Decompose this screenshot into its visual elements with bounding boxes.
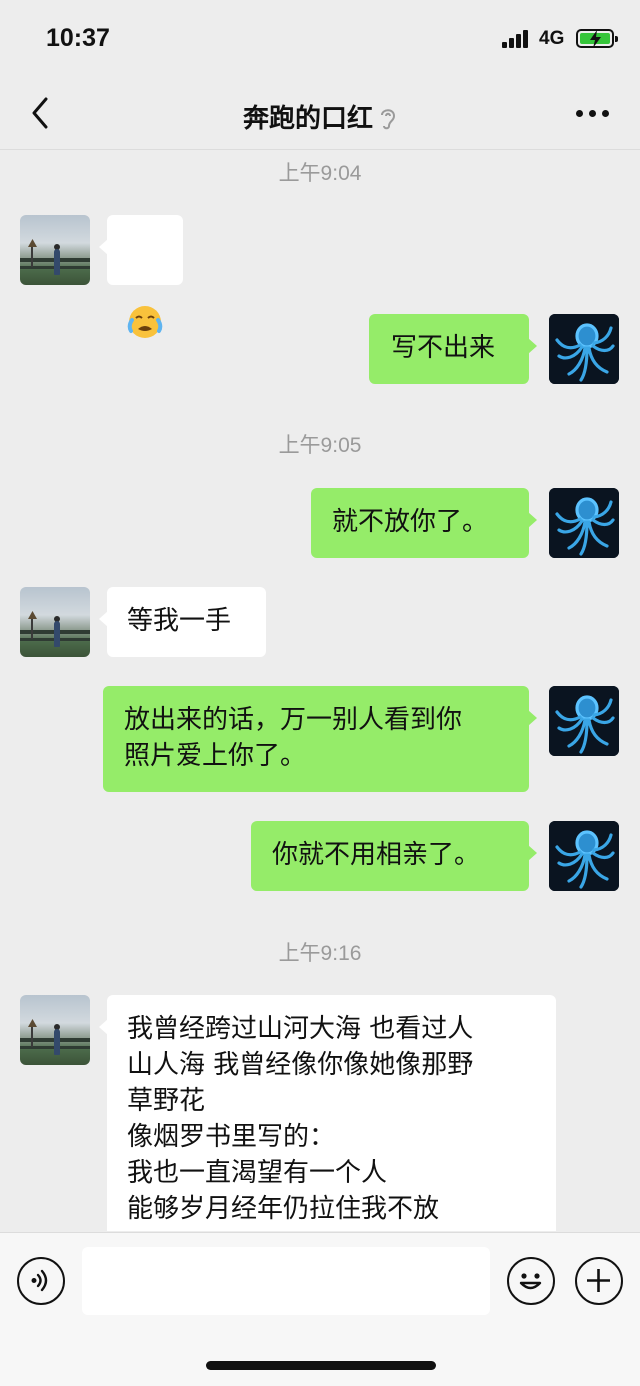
message-list: 上午9:04 写不出来 上午9:05 就不放你了。 等我一手 放出来的话，万一别… xyxy=(0,151,640,1231)
message-bubble-outgoing[interactable]: 你就不用相亲了。 xyxy=(251,821,537,891)
battery-icon xyxy=(576,29,618,48)
message-bubble-incoming[interactable] xyxy=(99,215,183,338)
timestamp: 上午9:16 xyxy=(278,942,362,965)
message-input[interactable] xyxy=(82,1247,490,1315)
message-bubble-incoming[interactable]: 等我一手 xyxy=(99,587,266,657)
octopus-icon xyxy=(549,488,619,558)
octopus-icon xyxy=(549,314,619,384)
plus-icon[interactable] xyxy=(575,1257,623,1305)
more-icon[interactable] xyxy=(576,110,610,120)
message-bubble-incoming[interactable]: 我曾经跨过山河大海 也看过人 山人海 我曾经像你像她像那野 草野花 像烟罗书里写… xyxy=(99,995,556,1231)
octopus-icon xyxy=(549,821,619,891)
ear-icon xyxy=(379,106,397,130)
status-time: 10:37 xyxy=(46,24,110,52)
contact-avatar[interactable] xyxy=(20,587,90,657)
message-bubble-outgoing[interactable]: 写不出来 xyxy=(369,314,537,384)
chat-header: 奔跑的口红 xyxy=(0,80,640,150)
contact-name: 奔跑的口红 xyxy=(242,104,373,134)
my-avatar[interactable] xyxy=(549,314,619,384)
timestamp: 上午9:04 xyxy=(278,162,362,185)
contact-avatar[interactable] xyxy=(20,995,90,1065)
crying-face-icon xyxy=(127,306,163,338)
input-bar xyxy=(0,1232,640,1386)
my-avatar[interactable] xyxy=(549,488,619,558)
octopus-icon xyxy=(549,686,619,756)
timestamp: 上午9:05 xyxy=(278,434,362,457)
emoji-icon[interactable] xyxy=(507,1257,555,1305)
my-avatar[interactable] xyxy=(549,686,619,756)
chat-title: 奔跑的口红 xyxy=(0,98,640,135)
contact-avatar[interactable] xyxy=(20,215,90,285)
signal-icon xyxy=(502,30,532,48)
network-type: 4G xyxy=(539,28,565,49)
status-bar: 10:37 4G xyxy=(0,0,640,80)
voice-icon[interactable] xyxy=(17,1257,65,1305)
message-bubble-outgoing[interactable]: 就不放你了。 xyxy=(311,488,537,558)
message-bubble-outgoing[interactable]: 放出来的话，万一别人看到你 照片爱上你了。 xyxy=(103,686,537,792)
home-indicator[interactable] xyxy=(206,1361,436,1370)
my-avatar[interactable] xyxy=(549,821,619,891)
